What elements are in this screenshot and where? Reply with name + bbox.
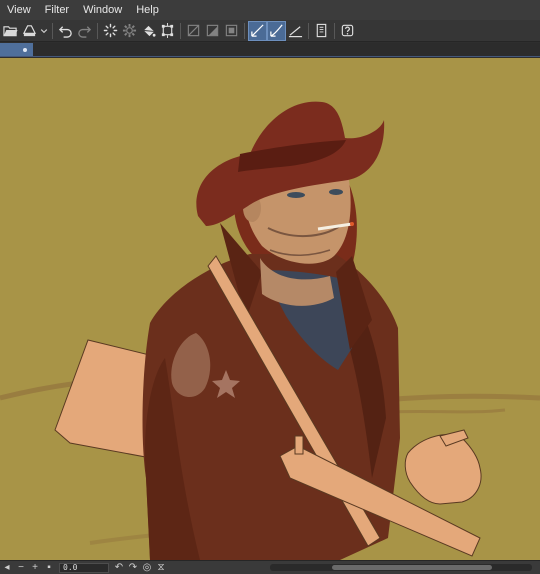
artwork: [0, 101, 540, 560]
undo-icon[interactable]: [56, 21, 75, 41]
document-tab-strip: [0, 43, 540, 57]
menu-view[interactable]: View: [0, 0, 38, 20]
cigarette-ember: [350, 222, 354, 226]
toolbar-separator: [244, 22, 245, 39]
toolbar-separator: [97, 22, 98, 39]
background-stroke: [384, 393, 540, 403]
menu-bar: View Filter Window Help: [0, 0, 540, 20]
fill-selection-icon[interactable]: [203, 21, 222, 41]
open-folder-icon[interactable]: [1, 21, 20, 41]
stop-icon[interactable]: ▪: [42, 562, 56, 574]
zoom-out-icon[interactable]: −: [14, 562, 28, 574]
help-icon[interactable]: [338, 21, 357, 41]
scroll-left-icon[interactable]: ◂: [0, 562, 14, 574]
snap-ruler-icon[interactable]: [248, 20, 267, 41]
tablet-icon[interactable]: [312, 21, 331, 41]
zoom-field[interactable]: 0.0: [59, 562, 109, 573]
rifle-sight: [294, 435, 304, 455]
menu-filter[interactable]: Filter: [38, 0, 76, 20]
toolbar-separator: [334, 22, 335, 39]
hand: [404, 434, 482, 505]
clear-icon[interactable]: [184, 21, 203, 41]
transform-icon[interactable]: [158, 21, 177, 41]
toolbar-separator: [52, 22, 53, 39]
right-eye: [329, 189, 343, 195]
horizontal-scrollbar[interactable]: [270, 564, 532, 571]
toolbar-separator: [180, 22, 181, 39]
loading-spinner-icon[interactable]: [101, 21, 120, 41]
flip-horizontal-icon[interactable]: ⧖: [154, 562, 168, 574]
menu-help[interactable]: Help: [129, 0, 166, 20]
scrollbar-thumb[interactable]: [332, 565, 492, 570]
zoom-in-icon[interactable]: +: [28, 562, 42, 574]
ruler-line-icon[interactable]: [286, 21, 305, 41]
left-eye: [287, 192, 305, 198]
settings-gear-icon[interactable]: [120, 21, 139, 41]
reset-rotation-icon[interactable]: ◎: [140, 562, 154, 574]
redo-icon[interactable]: [75, 21, 94, 41]
rotate-right-icon[interactable]: ↷: [126, 562, 140, 574]
unsaved-indicator-icon: [23, 48, 27, 52]
command-bar: [0, 20, 540, 42]
tab-underline: [0, 56, 540, 57]
document-tab[interactable]: [0, 43, 33, 57]
invert-selection-icon[interactable]: [222, 21, 241, 41]
status-bar: ◂ − + ▪ 0.0 ↶ ↷ ◎ ⧖: [0, 560, 540, 574]
dropdown-caret-icon[interactable]: [39, 21, 49, 41]
toolbar-separator: [308, 22, 309, 39]
fill-bucket-icon[interactable]: [139, 21, 158, 41]
rotate-left-icon[interactable]: ↶: [112, 562, 126, 574]
menu-window[interactable]: Window: [76, 0, 129, 20]
background-stroke: [389, 408, 506, 414]
snap-special-ruler-icon[interactable]: [267, 20, 286, 41]
save-icon[interactable]: [20, 21, 39, 41]
drawing-canvas[interactable]: [0, 58, 540, 560]
